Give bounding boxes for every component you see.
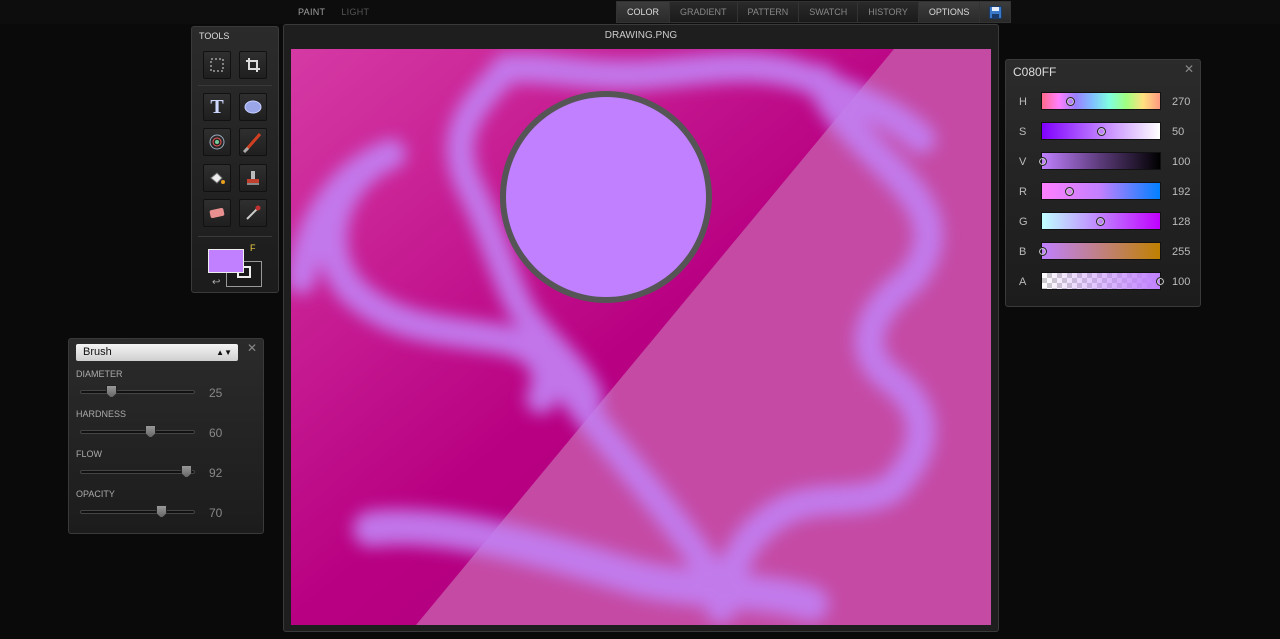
hue-slider[interactable] [1041,92,1161,110]
fill-tool-button[interactable] [203,164,231,192]
brush-icon [242,133,262,153]
blue-slider[interactable] [1038,242,1161,260]
hardness-slider[interactable] [80,425,195,438]
drawing-canvas[interactable] [291,49,991,625]
hue-label: H [1019,96,1027,108]
canvas-artwork [291,49,991,625]
tools-title: TOOLS [199,31,230,41]
brush-type-select[interactable]: Brush ▲▼ [76,344,238,361]
tools-divider [198,236,272,237]
save-button[interactable] [980,2,1011,22]
blue-label: B [1019,246,1027,258]
foreground-label: F [250,243,256,253]
marquee-select-icon [210,58,224,72]
green-label: G [1019,216,1028,228]
floppy-disk-icon [988,5,1002,19]
opacity-label: OPACITY [76,489,115,499]
spirograph-icon [209,134,225,150]
saturation-slider[interactable] [1041,122,1161,140]
flow-label: FLOW [76,449,102,459]
spirograph-tool-button[interactable] [203,128,231,156]
slider-thumb[interactable] [156,505,167,518]
green-slider[interactable] [1041,212,1161,230]
alpha-slider[interactable] [1041,272,1165,290]
canvas-window: DRAWING.PNG [283,24,999,632]
hardness-label: HARDNESS [76,409,127,419]
hardness-value: 60 [209,426,223,440]
panel-tabs: COLOR GRADIENT PATTERN SWATCH HISTORY OP… [616,1,1012,23]
close-icon[interactable]: ✕ [1184,62,1194,76]
value-label: V [1019,156,1027,168]
green-value[interactable]: 128 [1172,216,1190,228]
eraser-tool-button[interactable] [203,199,231,227]
red-label: R [1019,186,1027,198]
color-picker-panel: C080FF ✕ H 270 S 50 V 100 R 192 G 128 B … [1005,59,1201,307]
diameter-label: DIAMETER [76,369,123,379]
crop-tool-button[interactable] [239,51,267,79]
value-value[interactable]: 100 [1172,156,1190,168]
tab-color[interactable]: COLOR [617,2,671,22]
alpha-label: A [1019,276,1027,288]
diameter-slider[interactable] [80,385,195,398]
blue-value[interactable]: 255 [1172,246,1190,258]
text-tool-icon: T [210,95,224,118]
red-slider-knob[interactable] [1065,187,1074,196]
saturation-slider-knob[interactable] [1097,127,1106,136]
slider-thumb[interactable] [181,465,192,478]
hue-value[interactable]: 270 [1172,96,1190,108]
tab-options[interactable]: OPTIONS [918,2,981,22]
stamp-icon [247,171,259,185]
ellipse-shape-icon [244,100,262,114]
hue-slider-knob[interactable] [1066,97,1075,106]
close-icon[interactable]: ✕ [247,341,257,355]
tab-pattern[interactable]: PATTERN [738,2,800,22]
swap-colors-icon[interactable]: ↩ [212,277,220,288]
brush-options-panel: Brush ▲▼ ✕ DIAMETER 25 HARDNESS 60 FLOW … [68,338,264,534]
marquee-tool-button[interactable] [203,51,231,79]
select-arrows-icon: ▲▼ [216,348,232,357]
value-slider-knob[interactable] [1038,157,1047,166]
hex-color-value[interactable]: C080FF [1013,65,1056,79]
saturation-value[interactable]: 50 [1172,126,1184,138]
opacity-slider[interactable] [80,505,195,518]
opacity-value: 70 [209,506,223,520]
shape-tool-button[interactable] [239,93,267,121]
tools-panel: TOOLS T F ↩ [191,26,279,293]
eyedropper-tool-button[interactable] [239,199,267,227]
red-slider[interactable] [1041,182,1161,200]
alpha-value[interactable]: 100 [1172,276,1190,288]
eyedropper-icon [246,205,261,220]
mode-switch: PAINT LIGHT [290,0,377,24]
tab-swatch[interactable]: SWATCH [799,2,859,22]
diameter-value: 25 [209,386,223,400]
tools-divider [198,85,272,86]
flow-slider[interactable] [80,465,195,478]
foreground-color-swatch[interactable] [208,249,244,273]
slider-thumb[interactable] [106,385,117,398]
light-mode-link[interactable]: LIGHT [333,0,377,24]
eraser-icon [209,208,225,218]
alpha-slider-knob[interactable] [1156,277,1165,286]
stamp-tool-button[interactable] [239,164,267,192]
green-slider-knob[interactable] [1096,217,1105,226]
slider-thumb[interactable] [145,425,156,438]
blue-slider-knob[interactable] [1038,247,1047,256]
paint-bucket-icon [210,172,225,184]
crop-icon [246,58,260,72]
brush-type-value: Brush [83,346,112,358]
value-slider[interactable] [1038,152,1161,170]
paint-mode-link[interactable]: PAINT [290,0,333,24]
top-bar: PAINT LIGHT COLOR GRADIENT PATTERN SWATC… [0,0,1280,24]
tab-gradient[interactable]: GRADIENT [670,2,738,22]
document-title: DRAWING.PNG [604,30,678,41]
flow-value: 92 [209,466,223,480]
tab-history[interactable]: HISTORY [858,2,919,22]
brush-tool-button[interactable] [239,128,267,156]
text-tool-button[interactable]: T [203,93,231,121]
red-value[interactable]: 192 [1172,186,1190,198]
saturation-label: S [1019,126,1027,138]
